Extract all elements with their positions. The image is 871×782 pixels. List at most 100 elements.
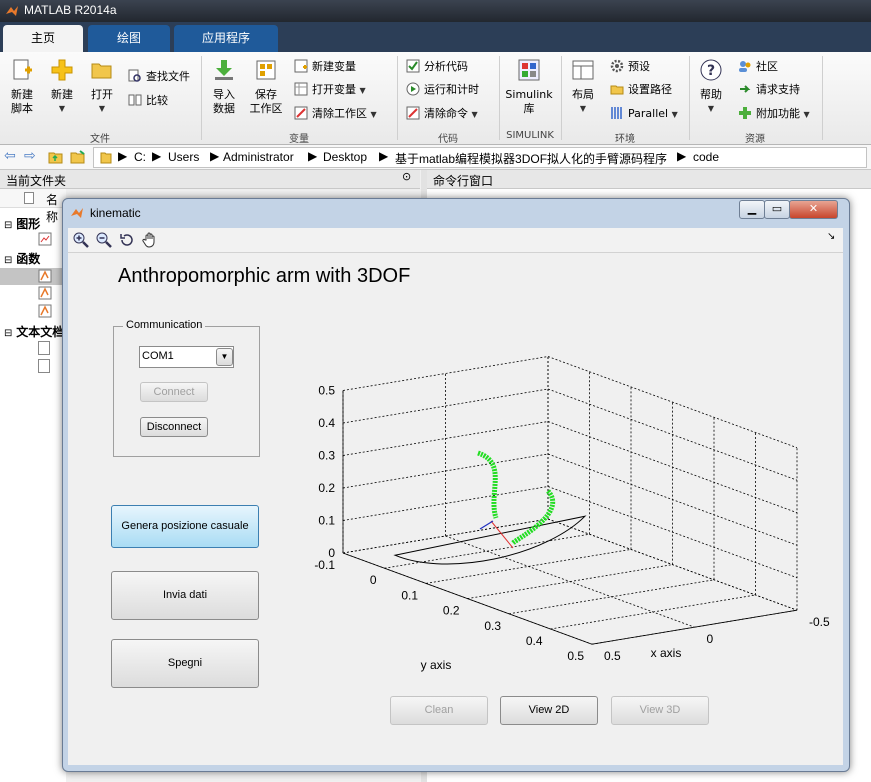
help-button[interactable]: ? 帮助 ▼ [695, 58, 727, 116]
app-title: MATLAB R2014a [24, 3, 117, 17]
path-field[interactable]: ▶ C: ▶ Users ▶ Administrator ▶ Desktop ▶… [93, 147, 867, 168]
analyze-code-button[interactable]: 分析代码 [406, 58, 468, 76]
simulink-library-button[interactable]: Simulink 库 [503, 58, 555, 116]
figure-title-bar[interactable]: kinematic ▁ ▭ ✕ [63, 199, 849, 227]
set-path-icon [610, 85, 624, 95]
new-button[interactable]: 新建 ▼ [46, 58, 78, 116]
open-variable-button[interactable]: 打开变量 ▼ [294, 81, 366, 99]
preferences-button[interactable]: 预设 [610, 58, 650, 76]
close-button[interactable]: ✕ [789, 200, 838, 219]
folder-icon [100, 152, 112, 164]
rotate-3d-icon[interactable] [119, 232, 135, 248]
folder-open-icon [91, 63, 112, 79]
up-folder-icon[interactable] [48, 150, 63, 164]
simulink-icon [518, 59, 540, 81]
help-icon: ? [700, 59, 722, 81]
folder-tree[interactable]: 名称 ⊟ 图形 ⊟ 函数 ⊟ 文本文档 [0, 189, 66, 782]
open-variable-icon [294, 82, 308, 96]
community-button[interactable]: 社区 [738, 58, 778, 76]
layout-label: 布局 [572, 88, 594, 101]
set-path-button[interactable]: 设置路径 [610, 81, 672, 99]
view-3d-button[interactable]: View 3D [611, 696, 709, 725]
y-tick-label: 0.1 [401, 588, 418, 602]
path-crumb-project[interactable]: 基于matlab编程模拟器3DOF拟人化的手臂源码程序 [395, 150, 667, 167]
file-group-label: 文件 [90, 134, 110, 145]
addons-button[interactable]: 附加功能 ▼ [738, 105, 810, 123]
save-workspace-label: 保存 工作区 [249, 88, 283, 115]
y-tick-label: 0.2 [443, 604, 460, 618]
layout-button[interactable]: 布局 ▼ [566, 58, 600, 116]
grid-line [547, 518, 798, 611]
clear-workspace-button[interactable]: 清除工作区 ▼ [294, 105, 377, 123]
selected-file-row[interactable] [0, 268, 66, 285]
path-crumb-drive[interactable]: C: [134, 150, 146, 164]
name-column-header[interactable]: 名称 [0, 189, 66, 224]
mfile-icon [38, 286, 52, 300]
toolbar-expand-icon[interactable]: ↘ [827, 231, 835, 242]
zoom-in-icon[interactable] [73, 232, 89, 248]
browse-folder-icon[interactable] [70, 150, 86, 164]
new-script-icon [13, 59, 32, 80]
z-tick-label: 0.4 [318, 416, 335, 430]
path-separator: ▶ [308, 149, 318, 163]
community-icon [739, 61, 751, 72]
group-divider [822, 56, 823, 140]
path-crumb-users[interactable]: Users [168, 150, 199, 164]
path-separator: ▶ [118, 149, 128, 163]
kinematic-figure-window[interactable]: kinematic ▁ ▭ ✕ ↘ Anthropomorphic arm wi… [62, 198, 850, 772]
arm-3d-plot[interactable]: 0 0.1 0.2 0.3 0.4 0.5 -0.1 0 0.1 0.2 0.3 0.4 0.5 -0.5… [68, 253, 843, 693]
clear-workspace-icon [294, 106, 308, 120]
new-label: 新建 [51, 88, 73, 101]
path-separator: ▶ [677, 149, 687, 163]
path-crumb-administrator[interactable]: Administrator [223, 150, 294, 164]
open-button[interactable]: 打开 ▼ [86, 58, 118, 116]
tree-group-figures[interactable]: ⊟ 图形 [4, 215, 40, 232]
parallel-button[interactable]: Parallel ▼ [610, 105, 678, 123]
path-crumb-desktop[interactable]: Desktop [323, 150, 367, 164]
addons-icon [739, 107, 751, 119]
new-script-button[interactable]: 新建 脚本 [6, 58, 38, 116]
matlab-logo-icon [71, 208, 83, 218]
new-variable-button[interactable]: 新建变量 [294, 58, 356, 76]
z-tick-label: 0.1 [318, 514, 335, 528]
group-divider [561, 56, 562, 140]
command-window-title: 命令行窗口 [433, 174, 494, 188]
x-axis-label: x axis [651, 646, 682, 660]
variable-group-label: 变量 [289, 134, 309, 145]
minimize-button[interactable]: ▁ [739, 200, 765, 219]
run-and-time-button[interactable]: 运行和计时 [406, 81, 479, 99]
view-2d-button[interactable]: View 2D [500, 696, 598, 725]
clean-button[interactable]: Clean [390, 696, 488, 725]
tab-apps[interactable]: 应用程序 [174, 25, 278, 52]
run-time-icon [406, 82, 420, 96]
arm-path-lower [511, 489, 556, 545]
import-data-button[interactable]: 导入 数据 [208, 58, 240, 116]
forward-arrow-icon[interactable]: ⇨ [24, 148, 36, 164]
maximize-button[interactable]: ▭ [764, 200, 790, 219]
environment-group-label: 环境 [615, 134, 635, 145]
panel-menu-icon[interactable]: ⊙ [402, 170, 411, 183]
request-support-button[interactable]: 请求支持 [738, 81, 800, 99]
ribbon: 新建 脚本 新建 ▼ 打开 ▼ 查找文件 比较 文件 导入 数据 保存 工作区 … [0, 52, 871, 145]
pan-hand-icon[interactable] [142, 232, 158, 248]
svg-text:?: ? [707, 63, 715, 79]
save-workspace-icon [256, 60, 276, 80]
tab-plots[interactable]: 绘图 [88, 25, 170, 52]
plot-ticks: 0 0.1 0.2 0.3 0.4 0.5 -0.1 0 0.1 0.2 0.3 0.4 0.5 -0.5… [314, 384, 830, 664]
tab-home[interactable]: 主页 [3, 25, 83, 52]
open-label: 打开 [91, 88, 113, 101]
zoom-out-icon[interactable] [96, 232, 112, 248]
command-window-header: 命令行窗口 [427, 170, 871, 189]
address-bar: ⇦ ⇨ ▶ C: ▶ Users ▶ Administrator ▶ Deskt… [0, 145, 871, 170]
tree-group-text-docs[interactable]: ⊟ 文本文档 [4, 323, 64, 340]
compare-button[interactable]: 比较 [128, 92, 168, 110]
tree-group-functions[interactable]: ⊟ 函数 [4, 250, 40, 267]
x-axis-line [591, 609, 798, 645]
back-arrow-icon[interactable]: ⇦ [4, 148, 16, 164]
text-file-icon [38, 359, 50, 373]
path-crumb-code[interactable]: code [693, 150, 719, 164]
find-files-button[interactable]: 查找文件 [128, 68, 190, 86]
clear-commands-button[interactable]: 清除命令 ▼ [406, 105, 478, 123]
save-workspace-button[interactable]: 保存 工作区 [247, 58, 285, 116]
new-script-label: 新建 脚本 [11, 88, 33, 115]
